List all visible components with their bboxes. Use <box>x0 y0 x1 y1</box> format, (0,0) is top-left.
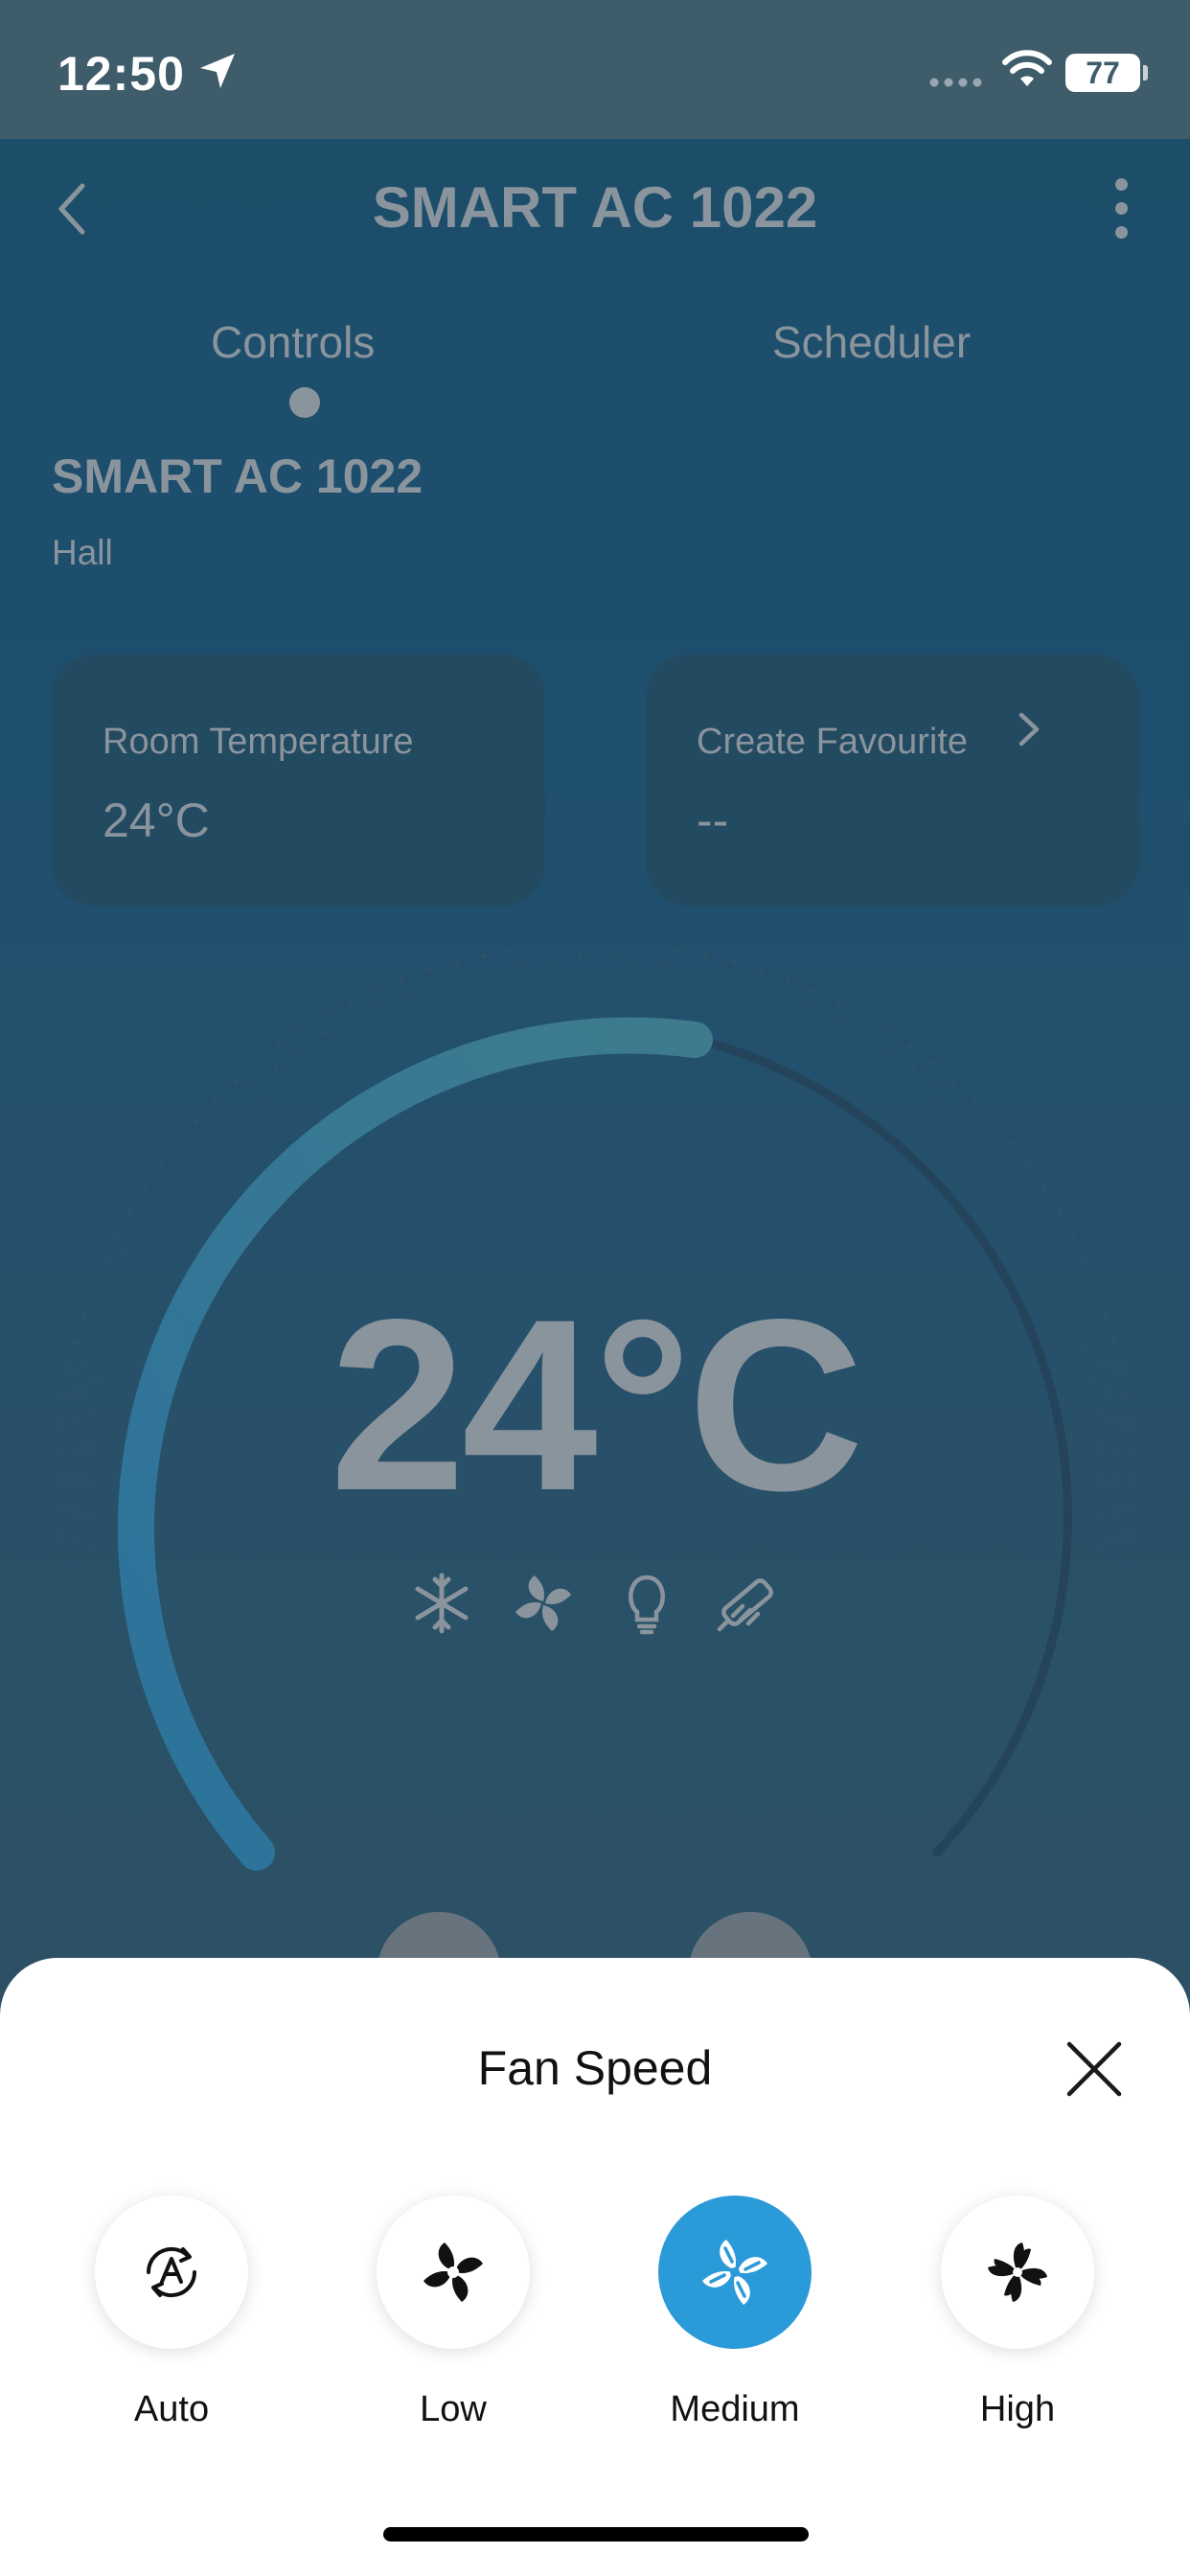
signal-dots-icon <box>929 78 982 87</box>
fan-speed-high-button[interactable] <box>941 2196 1094 2349</box>
fan-speed-low-label: Low <box>420 2389 487 2429</box>
fan-speed-auto-button[interactable] <box>95 2196 248 2349</box>
wifi-icon <box>1002 50 1052 86</box>
fan-speed-low[interactable]: Low <box>357 2196 549 2430</box>
battery-cap <box>1143 65 1148 80</box>
status-bar: 12:50 77 <box>0 0 1190 139</box>
status-time: 12:50 <box>57 47 185 101</box>
fan-high-icon <box>988 2242 1047 2302</box>
fan-speed-medium-label: Medium <box>670 2389 800 2429</box>
fan-speed-auto[interactable]: Auto <box>76 2196 267 2430</box>
fan-speed-low-button[interactable] <box>377 2196 530 2349</box>
home-indicator <box>383 2527 809 2542</box>
close-icon[interactable] <box>1064 2038 1125 2100</box>
fan-speed-medium-button[interactable] <box>658 2196 812 2349</box>
sheet-title: Fan Speed <box>477 2041 713 2095</box>
fan-auto-icon <box>146 2246 197 2298</box>
fan-medium-icon <box>702 2240 767 2305</box>
fan-speed-high-label: High <box>979 2389 1056 2429</box>
fan-speed-auto-label: Auto <box>133 2389 210 2429</box>
location-arrow-icon <box>200 54 235 88</box>
fan-speed-sheet: Fan Speed Auto Low Medium High <box>0 1958 1190 2576</box>
fan-low-icon <box>423 2242 483 2302</box>
fan-speed-high[interactable]: High <box>922 2196 1113 2430</box>
fan-speed-medium[interactable]: Medium <box>639 2196 831 2430</box>
battery-indicator: 77 <box>1065 54 1140 92</box>
